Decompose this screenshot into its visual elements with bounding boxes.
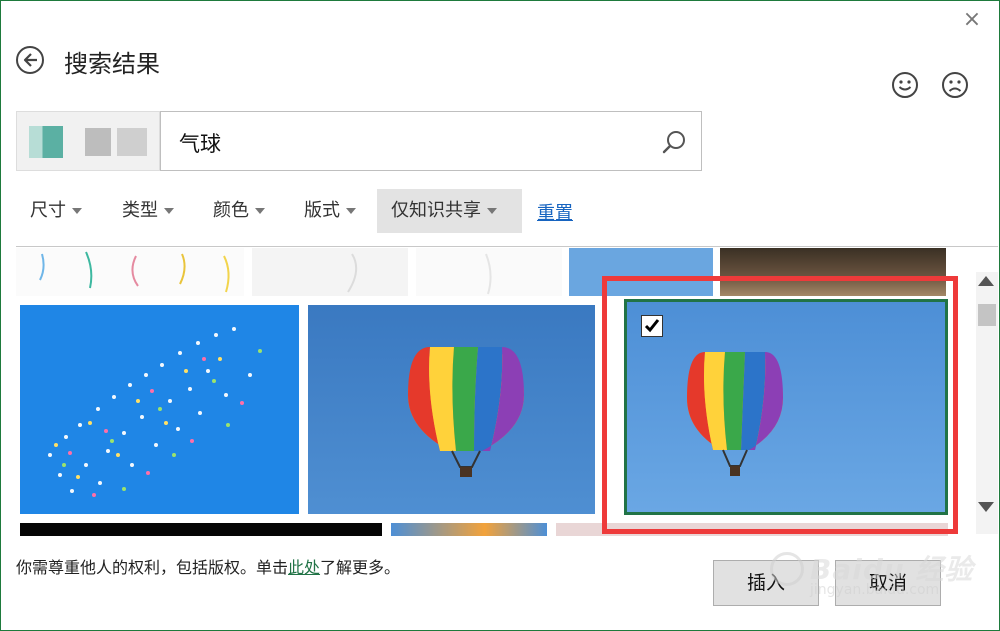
result-thumbnail-streamers[interactable] — [16, 248, 244, 296]
copyright-notice: 你需尊重他人的权利，包括版权。单击此处了解更多。 — [16, 554, 400, 578]
watermark-sub-text: jingyan.baidu.com — [810, 582, 940, 598]
result-thumbnail-balloon-3[interactable] — [391, 523, 547, 536]
result-thumbnail-streamers-3[interactable] — [416, 248, 562, 296]
scroll-down-icon[interactable] — [978, 502, 994, 512]
filter-size-dropdown[interactable]: 尺寸 — [16, 189, 96, 233]
balloon-bunch-image — [48, 327, 262, 497]
paw-logo-icon — [770, 552, 804, 586]
result-thumbnail-streamers-2[interactable] — [252, 248, 408, 296]
back-arrow-icon[interactable] — [16, 46, 44, 74]
streamers-image — [485, 253, 492, 295]
learn-more-link[interactable]: 此处 — [288, 558, 320, 577]
watermark: Baidu 经验 jingyan.baidu.com — [770, 548, 996, 610]
annotation-highlight-box — [602, 276, 958, 534]
chevron-down-icon — [255, 208, 265, 214]
notice-text: 了解更多。 — [320, 558, 401, 577]
filter-label: 仅知识共享 — [391, 200, 481, 221]
filter-label: 版式 — [304, 200, 340, 221]
result-thumbnail-balloon-bunch[interactable] — [20, 305, 299, 514]
source-logo-mosaic — [85, 128, 111, 156]
chevron-down-icon — [346, 208, 356, 214]
close-icon[interactable]: × — [958, 6, 986, 34]
source-logo-mosaic — [29, 126, 63, 158]
streamers-image — [39, 251, 230, 293]
result-thumbnail-dark[interactable] — [20, 523, 382, 536]
hot-air-balloon-image — [408, 347, 524, 477]
arrow-left-icon — [23, 53, 37, 67]
divider — [16, 246, 998, 247]
chevron-down-icon — [164, 208, 174, 214]
notice-text: 你需尊重他人的权利，包括版权。单击 — [16, 558, 289, 577]
chevron-down-icon — [487, 208, 497, 214]
filter-label: 尺寸 — [30, 200, 66, 221]
smile-feedback-icon[interactable] — [890, 70, 920, 100]
search-query-text[interactable]: 气球 — [179, 128, 221, 158]
filter-layout-dropdown[interactable]: 版式 — [290, 189, 370, 233]
scrollbar-thumb[interactable] — [978, 304, 996, 326]
scroll-up-icon[interactable] — [978, 276, 994, 286]
frown-feedback-icon[interactable] — [940, 70, 970, 100]
filter-creative-commons-dropdown[interactable]: 仅知识共享 — [377, 189, 522, 233]
reset-link[interactable]: 重置 — [537, 199, 573, 225]
page-title: 搜索结果 — [64, 50, 160, 78]
result-thumbnail-hot-air-balloon-1[interactable] — [308, 305, 595, 514]
streamers-image — [347, 253, 358, 293]
source-logo-mosaic — [117, 128, 147, 156]
filter-type-dropdown[interactable]: 类型 — [108, 189, 188, 233]
search-input[interactable]: 气球 — [160, 111, 702, 171]
search-icon[interactable] — [661, 128, 689, 156]
filter-label: 颜色 — [213, 200, 249, 221]
search-source-logo[interactable] — [16, 111, 160, 171]
chevron-down-icon — [72, 208, 82, 214]
filter-color-dropdown[interactable]: 颜色 — [199, 189, 279, 233]
filter-label: 类型 — [122, 200, 158, 221]
